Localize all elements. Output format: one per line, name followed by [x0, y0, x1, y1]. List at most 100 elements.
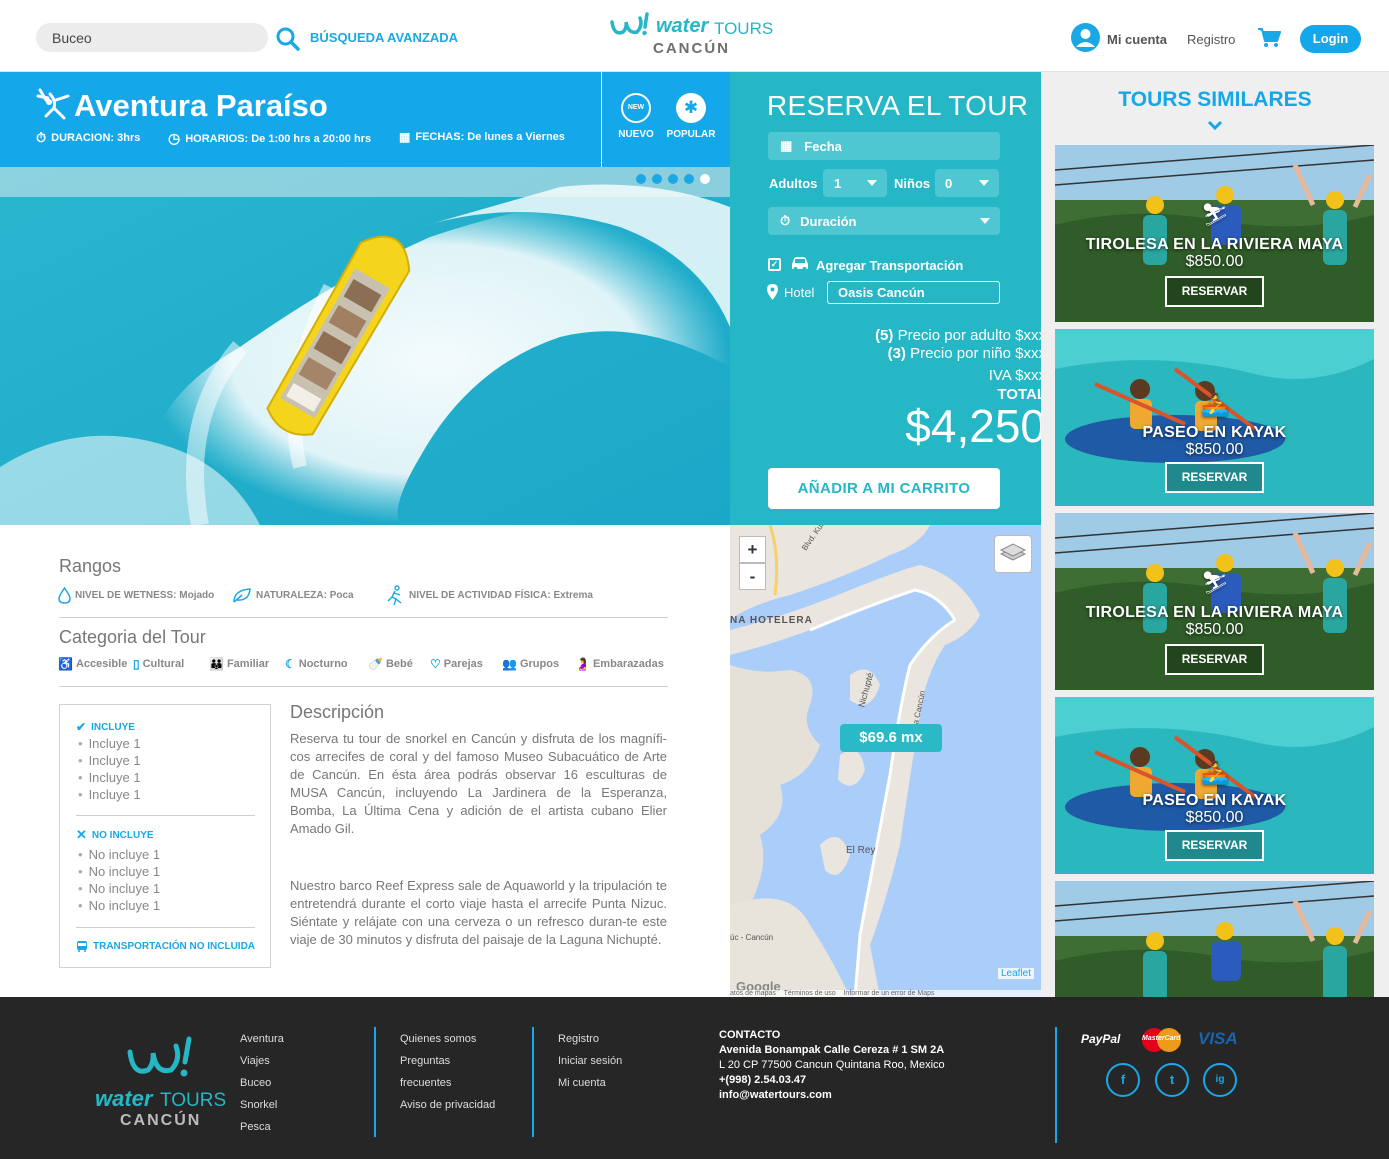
- footer-link[interactable]: Buceo: [240, 1077, 271, 1089]
- category-icon: ☾: [285, 657, 296, 671]
- child-price: Precio por niño $xxx: [910, 345, 1046, 362]
- my-account-link[interactable]: Mi cuenta: [1107, 32, 1167, 47]
- list-item: • No incluye 1: [78, 847, 161, 862]
- tour-card-price: $850.00: [1185, 809, 1244, 826]
- reserve-button[interactable]: RESERVAR: [1165, 644, 1264, 675]
- category-tag[interactable]: ♿ Accesible: [58, 657, 127, 671]
- hotel-input[interactable]: Oasis Cancún: [827, 281, 1000, 304]
- footer-link[interactable]: Quienes somos: [400, 1033, 476, 1045]
- footer-link[interactable]: Mi cuenta: [558, 1077, 606, 1089]
- search-icon[interactable]: [275, 26, 301, 52]
- instagram-icon[interactable]: ig: [1203, 1063, 1237, 1097]
- description-title: Descripción: [290, 702, 385, 722]
- site-logo[interactable]: water TOURS CANCÚN: [608, 10, 778, 60]
- similar-tour-card[interactable]: 🚣 PASEO EN KAYAK $850.00 RESERVAR: [1055, 697, 1374, 874]
- footer-link[interactable]: Viajes: [240, 1055, 270, 1067]
- check-icon: ✔: [76, 720, 87, 734]
- footer-link[interactable]: Registro: [558, 1033, 599, 1045]
- tour-photo: [0, 167, 730, 525]
- total-amount: $4,250: [905, 400, 1046, 452]
- add-to-cart-button[interactable]: AÑADIR A MI CARRITO: [768, 468, 1000, 509]
- contact-phone[interactable]: +(998) 2.54.03.47: [719, 1073, 945, 1088]
- duration-select[interactable]: ⏱ Duración: [768, 207, 1000, 235]
- zoom-in-button[interactable]: +: [739, 536, 766, 563]
- zipline-icon: ⛷: [1201, 202, 1229, 227]
- footer-link[interactable]: Aviso de privacidad: [400, 1099, 495, 1111]
- carousel-dot[interactable]: [668, 174, 678, 184]
- kayak-icon: 🚣: [1201, 760, 1229, 785]
- chevron-down-icon: [979, 180, 989, 186]
- location-map[interactable]: NA HOTELERA Blvd. Kukulcan Nichupté Punt…: [730, 525, 1041, 997]
- footer-link[interactable]: Iniciar sesión: [558, 1055, 622, 1067]
- category-tag[interactable]: 🤰 Embarazadas: [575, 657, 664, 671]
- date-field[interactable]: ▦ Fecha: [768, 132, 1000, 160]
- map-price-marker[interactable]: $69.6 mx: [840, 724, 942, 752]
- list-item: • No incluye 1: [78, 864, 161, 879]
- category-tag[interactable]: 👥 Grupos: [502, 657, 559, 671]
- category-tag[interactable]: ▯ Cultural: [133, 657, 184, 671]
- login-button[interactable]: Login: [1300, 25, 1361, 53]
- carousel-dot[interactable]: [636, 174, 646, 184]
- category-tag[interactable]: ☾ Nocturno: [285, 657, 348, 671]
- footer-logo-text: water: [95, 1086, 153, 1111]
- footer-link[interactable]: Snorkel: [240, 1099, 277, 1111]
- category-tag[interactable]: 🍼 Bebé: [368, 657, 413, 671]
- advanced-search-link[interactable]: BÚSQUEDA AVANZADA: [310, 30, 458, 45]
- transport-checkbox[interactable]: ✓: [768, 258, 781, 271]
- leaflet-link[interactable]: Leaflet: [998, 968, 1035, 979]
- category-title: Categoria del Tour: [59, 627, 206, 647]
- calendar-icon: ▦: [399, 130, 411, 144]
- list-item-text: Incluye 1: [88, 787, 141, 802]
- reserve-button[interactable]: RESERVAR: [1165, 276, 1264, 307]
- description-paragraph-1: Reserva tu tour de snorkel en Cancún y d…: [290, 731, 667, 836]
- contact-block: CONTACTO Avenida Bonampak Calle Cereza #…: [719, 1028, 945, 1103]
- layers-button[interactable]: [994, 535, 1032, 573]
- search-input[interactable]: [36, 23, 268, 52]
- contact-address-2: L 20 CP 77500 Cancun Quintana Roo, Mexic…: [719, 1059, 945, 1071]
- map-attribution[interactable]: atos de mapas Términos de uso Informar d…: [730, 990, 1041, 997]
- twitter-icon[interactable]: t: [1155, 1063, 1189, 1097]
- dates-text: FECHAS: De lunes a Viernes: [415, 131, 565, 143]
- activity-range: NIVEL DE ACTIVIDAD FÍSICA: Extrema: [386, 585, 593, 606]
- ranges-title: Rangos: [59, 556, 122, 576]
- not-includes-title: NO INCLUYE: [91, 829, 154, 841]
- register-link[interactable]: Registro: [1187, 32, 1235, 47]
- clock-icon: ◷: [168, 130, 181, 146]
- contact-email[interactable]: info@watertours.com: [719, 1088, 945, 1103]
- footer-logo[interactable]: water TOURS CANCÚN: [94, 1036, 234, 1132]
- category-tag[interactable]: 👪 Familiar: [209, 657, 269, 671]
- carousel-dot[interactable]: [684, 174, 694, 184]
- carousel-dot[interactable]: [652, 174, 662, 184]
- logo-text2: TOURS: [714, 19, 774, 38]
- facebook-icon[interactable]: f: [1106, 1063, 1140, 1097]
- divider: [76, 815, 255, 816]
- similar-tour-card[interactable]: 🚣 PASEO EN KAYAK $850.00 RESERVAR: [1055, 329, 1374, 506]
- tour-card-name: PASEO EN KAYAK: [1142, 424, 1287, 441]
- list-item: • Incluye 1: [78, 770, 141, 785]
- map-label: NA HOTELERA: [730, 615, 813, 626]
- category-label: Nocturno: [298, 658, 348, 670]
- chevron-down-icon: [980, 218, 990, 224]
- similar-tour-card[interactable]: ⛷ TIROLESA EN LA RIVIERA MAYA $850.00 RESER…: [1055, 513, 1374, 690]
- transport-note-text: TRANSPORTACIÓN NO INCLUIDA: [93, 941, 256, 952]
- adults-select[interactable]: 1: [823, 169, 887, 197]
- children-select[interactable]: 0: [935, 169, 999, 197]
- reserve-button[interactable]: RESERVAR: [1165, 830, 1264, 861]
- reserve-button[interactable]: RESERVAR: [1165, 462, 1264, 493]
- visa-logo: VISA: [1198, 1029, 1238, 1048]
- footer-divider: [1055, 1027, 1057, 1143]
- similar-tour-card[interactable]: ⛷ TIROLESA EN LA RIVIERA MAYA $850.00 RESER…: [1055, 145, 1374, 322]
- wetness-text: NIVEL DE WETNESS: Mojado: [75, 590, 215, 601]
- iva-line: IVA $xxx: [988, 367, 1046, 384]
- user-icon[interactable]: [1071, 23, 1100, 52]
- footer-link[interactable]: Preguntas: [400, 1055, 450, 1067]
- tour-schedule: ◷ HORARIOS: De 1:00 hrs a 20:00 hrs: [168, 130, 371, 147]
- footer-link[interactable]: Aventura: [240, 1033, 284, 1045]
- zoom-out-button[interactable]: -: [739, 563, 766, 590]
- carousel-dot[interactable]: [700, 174, 710, 184]
- category-tag[interactable]: ♡ Parejas: [430, 657, 483, 671]
- close-icon: ✕: [76, 827, 87, 842]
- footer-link[interactable]: Pesca: [240, 1121, 271, 1133]
- cart-icon[interactable]: [1257, 27, 1281, 48]
- footer-link[interactable]: frecuentes: [400, 1077, 451, 1089]
